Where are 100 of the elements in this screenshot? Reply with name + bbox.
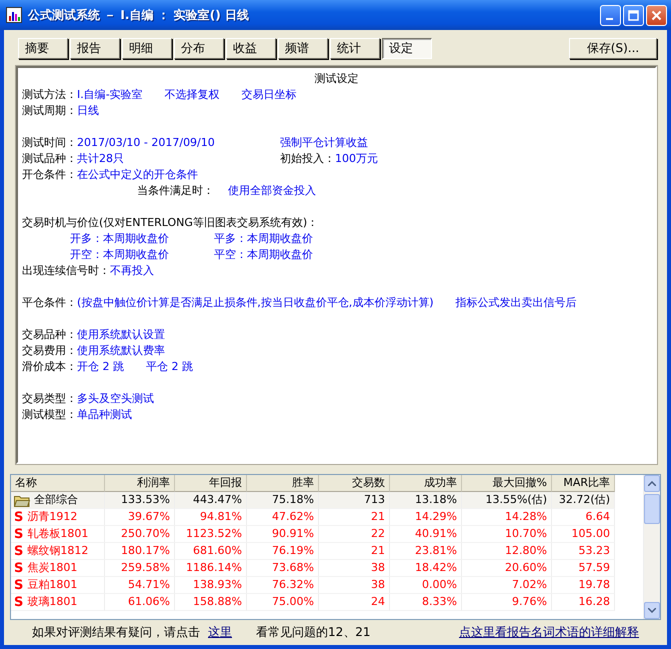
table-cell: 250.70% — [105, 526, 175, 543]
setting-value: 不再投入 — [110, 263, 154, 279]
table-cell: 75.00% — [247, 594, 319, 611]
faq-note: 看常见问题的12、21 — [256, 624, 372, 640]
table-cell: 21 — [319, 543, 390, 560]
table-cell: 32.72(估) — [552, 492, 615, 509]
table-cell: 22 — [319, 526, 390, 543]
table-cell: 16.28 — [552, 594, 615, 611]
table-cell: 20.60% — [462, 560, 552, 577]
table-cell: 443.47% — [175, 492, 247, 509]
instrument-name: 轧卷板1801 — [27, 526, 88, 542]
tab[interactable]: 明细 — [122, 38, 172, 58]
table-cell: 10.70% — [462, 526, 552, 543]
vertical-scrollbar[interactable] — [643, 475, 660, 619]
table-cell: 40.91% — [390, 526, 462, 543]
table-cell: 259.58% — [105, 560, 175, 577]
table-cell: 105.00 — [552, 526, 615, 543]
tab[interactable]: 分布 — [174, 38, 224, 58]
faq-link[interactable]: 这里 — [208, 624, 232, 640]
table-cell: 14.28% — [462, 509, 552, 526]
setting-value: 在公式中定义的开仓条件 — [77, 167, 198, 183]
table-cell: 681.60% — [175, 543, 247, 560]
table-cell: 61.06% — [105, 594, 175, 611]
setting-value: 强制平仓计算收益 — [280, 135, 368, 151]
instrument-type-icon: S — [14, 510, 24, 524]
instrument-type-icon: S — [14, 594, 24, 610]
settings-heading: 测试设定 — [314, 71, 360, 87]
close-icon — [651, 10, 662, 20]
column-header[interactable]: 最大回撤% — [462, 475, 552, 492]
help-prompt: 如果对评测结果有疑问，请点击 — [32, 624, 200, 640]
instrument-name: 玻璃1801 — [27, 594, 78, 610]
setting-value: 开多：本周期收盘价 — [70, 231, 169, 247]
maximize-icon — [628, 10, 639, 20]
table-cell: 54.71% — [105, 577, 175, 594]
table-cell: 6.64 — [552, 509, 615, 526]
table-cell: 133.53% — [105, 492, 175, 509]
scroll-down-icon[interactable] — [644, 602, 660, 619]
setting-value: 使用系统默认设置 — [77, 327, 165, 343]
instrument-type-icon: S — [14, 526, 24, 542]
column-header[interactable]: 利润率 — [105, 475, 175, 492]
setting-value: 多头及空头测试 — [77, 391, 154, 407]
save-button[interactable]: 保存(S)... — [569, 38, 657, 58]
table-cell: 8.33% — [390, 594, 462, 611]
setting-label: 交易费用： — [22, 343, 77, 359]
table-cell: 0.00% — [390, 577, 462, 594]
maximize-button[interactable] — [623, 4, 644, 26]
column-header[interactable]: 名称 — [11, 475, 105, 492]
tab[interactable]: 收益 — [226, 38, 276, 58]
table-cell: 180.17% — [105, 543, 175, 560]
instrument-name: 焦炭1801 — [27, 560, 78, 576]
column-header[interactable]: MAR比率 — [552, 475, 615, 492]
setting-value: 单品种测试 — [77, 407, 132, 423]
table-cell: 21 — [319, 509, 390, 526]
tab[interactable]: 频谱 — [278, 38, 328, 58]
setting-label: 交易时机与价位(仅对ENTERLONG等旧图表交易系统有效)： — [22, 215, 318, 231]
column-header[interactable]: 胜率 — [247, 475, 319, 492]
table-cell: 75.18% — [247, 492, 319, 509]
setting-value: 开仓 2 跳 — [77, 359, 124, 375]
column-header[interactable]: 成功率 — [390, 475, 462, 492]
setting-value: 2017/03/10 - 2017/09/10 — [77, 135, 215, 151]
table-cell: 19.78 — [552, 577, 615, 594]
setting-label: 测试时间： — [22, 135, 77, 151]
table-cell: 13.18% — [390, 492, 462, 509]
table-cell: 73.68% — [247, 560, 319, 577]
table-cell: 38 — [319, 577, 390, 594]
setting-label: 测试模型： — [22, 407, 77, 423]
setting-value: 平多：本周期收盘价 — [214, 231, 313, 247]
glossary-link[interactable]: 点这里看报告名词术语的详细解释 — [459, 624, 639, 640]
column-header[interactable]: 交易数 — [319, 475, 390, 492]
tab[interactable]: 统计 — [330, 38, 380, 58]
table-cell: 9.76% — [462, 594, 552, 611]
table-cell: 7.02% — [462, 577, 552, 594]
setting-label: 交易品种： — [22, 327, 77, 343]
minimize-button[interactable] — [600, 4, 621, 26]
table-cell: 1123.52% — [175, 526, 247, 543]
folder-icon — [14, 494, 30, 506]
table-cell: 57.59 — [552, 560, 615, 577]
tab[interactable]: 摘要 — [18, 38, 68, 58]
setting-value: 开空：本周期收盘价 — [70, 247, 169, 263]
tab[interactable]: 设定 — [382, 38, 432, 58]
table-cell: 38 — [319, 560, 390, 577]
close-button[interactable] — [646, 4, 667, 26]
setting-label: 测试周期： — [22, 103, 77, 119]
setting-value: 共计28只 — [77, 151, 124, 167]
instrument-name: 螺纹钢1812 — [27, 543, 88, 559]
instrument-name: 沥青1912 — [27, 509, 78, 525]
instrument-type-icon: S — [14, 544, 24, 558]
setting-value: 日线 — [77, 103, 99, 119]
table-cell: 18.42% — [390, 560, 462, 577]
table-cell: 713 — [319, 492, 390, 509]
table-cell: 1186.14% — [175, 560, 247, 577]
tab[interactable]: 报告 — [70, 38, 120, 58]
table-cell: 138.93% — [175, 577, 247, 594]
table-cell: 158.88% — [175, 594, 247, 611]
scroll-thumb[interactable] — [644, 494, 660, 524]
table-cell: 90.91% — [247, 526, 319, 543]
column-header[interactable]: 年回报 — [175, 475, 247, 492]
window-title: 公式测试系统 － I.自编 ： 实验室() 日线 — [28, 6, 250, 24]
instrument-type-icon: S — [14, 578, 24, 592]
scroll-up-icon[interactable] — [644, 475, 660, 492]
